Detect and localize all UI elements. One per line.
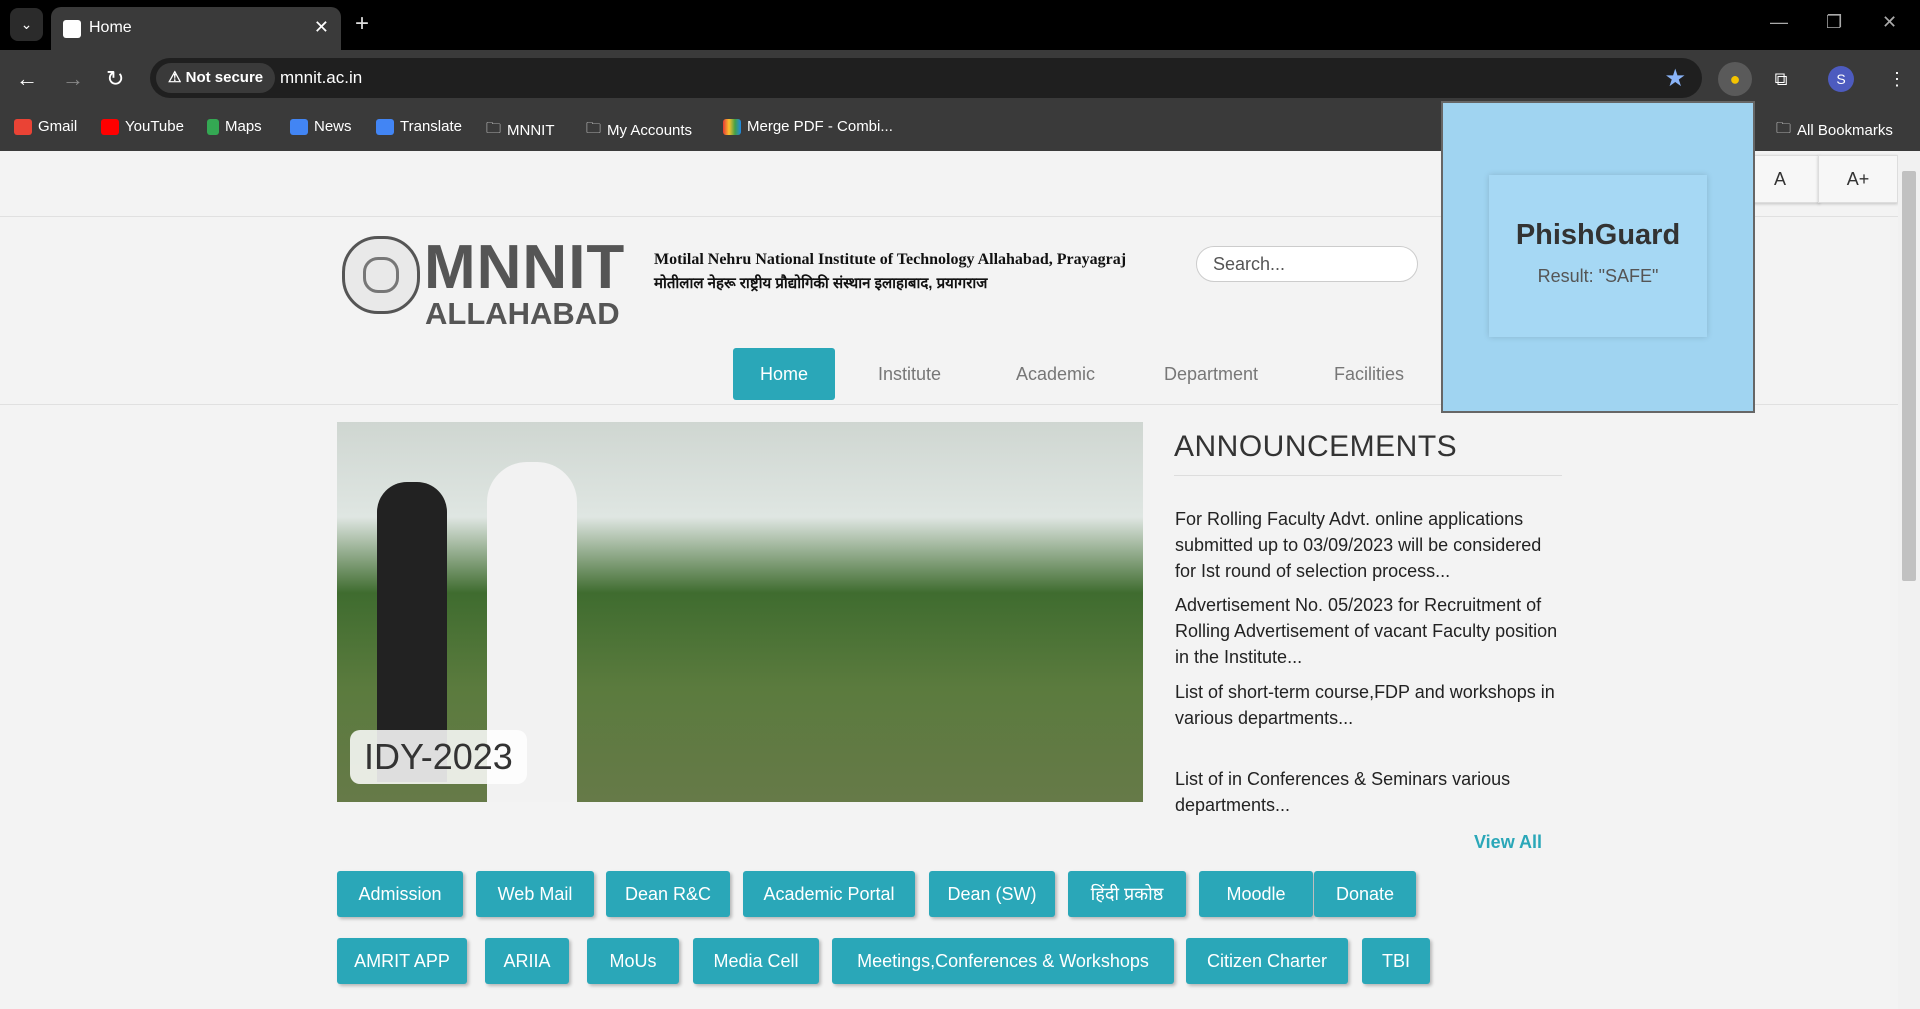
hero-caption: IDY-2023: [350, 730, 527, 784]
dean-sw-button[interactable]: Dean (SW): [929, 871, 1055, 917]
logo-text-sub[interactable]: ALLAHABAD: [425, 296, 620, 332]
announcements-divider: [1174, 475, 1562, 476]
folder-icon: 🗀: [486, 120, 502, 137]
bookmark-label: Maps: [225, 118, 262, 135]
bookmark-translate[interactable]: Translate: [376, 118, 462, 135]
forward-icon[interactable]: →: [62, 66, 84, 92]
chevron-down-icon: ⌄: [20, 16, 33, 32]
profile-avatar[interactable]: S: [1828, 66, 1854, 92]
bookmark-label: MNNIT: [507, 122, 555, 139]
browser-toolbar: ← → ↻ ⚠ Not secure mnnit.ac.in ★ ● ⧉ S ⋮: [0, 50, 1920, 106]
folder-icon: 🗀: [1776, 120, 1792, 137]
bookmark-maps[interactable]: Maps: [207, 118, 262, 135]
dean-rc-button[interactable]: Dean R&C: [606, 871, 730, 917]
security-chip[interactable]: ⚠ Not secure: [156, 63, 276, 93]
nav-academic[interactable]: Academic: [1016, 348, 1095, 400]
tab-strip: ⌄ Home ✕ + — ❐ ✕: [0, 0, 1920, 50]
bookmark-folder-mnnit[interactable]: 🗀 MNNIT: [486, 118, 555, 143]
tbi-button[interactable]: TBI: [1362, 938, 1430, 984]
bookmark-label: My Accounts: [607, 122, 693, 139]
minimize-icon[interactable]: —: [1770, 12, 1788, 33]
youtube-icon: [101, 118, 119, 135]
nav-department[interactable]: Department: [1164, 348, 1258, 400]
security-label: Not secure: [185, 69, 264, 86]
logo-text-main[interactable]: MNNIT: [424, 232, 625, 303]
mnnit-emblem-logo[interactable]: [342, 236, 420, 314]
bookmark-label: Merge PDF - Combi...: [747, 118, 893, 135]
close-window-icon[interactable]: ✕: [1882, 12, 1897, 33]
gmail-icon: [14, 118, 32, 135]
translate-icon: [376, 118, 394, 135]
restore-icon[interactable]: ❐: [1826, 12, 1842, 33]
menu-kebab-icon[interactable]: ⋮: [1880, 62, 1914, 96]
announcement-item[interactable]: List of short-term course,FDP and worksh…: [1175, 679, 1565, 731]
hero-slider-image[interactable]: IDY-2023: [337, 422, 1143, 802]
bookmark-news[interactable]: News: [290, 118, 352, 135]
site-favicon-icon: [63, 20, 81, 38]
meetings-conferences-button[interactable]: Meetings,Conferences & Workshops: [832, 938, 1174, 984]
new-tab-icon[interactable]: +: [355, 10, 369, 38]
bookmark-star-icon[interactable]: ★: [1664, 64, 1686, 93]
phishguard-result: Result: "SAFE": [1537, 266, 1659, 286]
bookmark-youtube[interactable]: YouTube: [101, 118, 184, 135]
folder-icon: 🗀: [586, 120, 602, 137]
ariia-button[interactable]: ARIIA: [485, 938, 569, 984]
amrit-app-button[interactable]: AMRIT APP: [337, 938, 467, 984]
institute-name-english: Motilal Nehru National Institute of Tech…: [654, 251, 1127, 268]
hindi-cell-button[interactable]: हिंदी प्रकोष्ठ: [1068, 871, 1186, 917]
nav-facilities[interactable]: Facilities: [1334, 348, 1404, 400]
tab-title: Home: [89, 19, 132, 36]
phishguard-title: PhishGuard: [1515, 219, 1681, 251]
mous-button[interactable]: MoUs: [587, 938, 679, 984]
phishguard-popup: PhishGuard Result: "SAFE": [1441, 101, 1755, 413]
bookmark-label: All Bookmarks: [1797, 122, 1893, 139]
announcement-item[interactable]: For Rolling Faculty Advt. online applica…: [1175, 506, 1565, 584]
bookmark-all-bookmarks[interactable]: 🗀 All Bookmarks: [1776, 118, 1893, 143]
bookmark-label: Translate: [400, 118, 462, 135]
news-icon: [290, 118, 308, 135]
donate-button[interactable]: Donate: [1314, 871, 1416, 917]
url-text[interactable]: mnnit.ac.in: [280, 68, 362, 88]
address-bar[interactable]: ⚠ Not secure mnnit.ac.in ★: [150, 58, 1702, 98]
phishguard-extension-icon[interactable]: ●: [1718, 62, 1752, 96]
scrollbar-thumb[interactable]: [1902, 171, 1916, 581]
bookmark-label: YouTube: [125, 118, 184, 135]
academic-portal-button[interactable]: Academic Portal: [743, 871, 915, 917]
phishguard-result-card: PhishGuard Result: "SAFE": [1489, 175, 1707, 337]
institute-name-hindi: मोतीलाल नेहरू राष्ट्रीय प्रौद्योगिकी संस…: [654, 275, 988, 292]
bookmark-gmail[interactable]: Gmail: [14, 118, 77, 135]
reload-icon[interactable]: ↻: [106, 66, 124, 92]
merge-pdf-icon: [723, 118, 741, 135]
close-tab-icon[interactable]: ✕: [314, 17, 329, 38]
maps-pin-icon: [207, 118, 219, 135]
announcements-heading: ANNOUNCEMENTS: [1174, 430, 1458, 463]
admission-button[interactable]: Admission: [337, 871, 463, 917]
webmail-button[interactable]: Web Mail: [476, 871, 594, 917]
moodle-button[interactable]: Moodle: [1199, 871, 1313, 917]
bookmark-folder-my-accounts[interactable]: 🗀 My Accounts: [586, 118, 692, 143]
nav-institute[interactable]: Institute: [878, 348, 941, 400]
announcement-item[interactable]: List of in Conferences & Seminars variou…: [1175, 766, 1565, 818]
site-search-input[interactable]: Search...: [1196, 246, 1418, 282]
bookmark-merge-pdf[interactable]: Merge PDF - Combi...: [723, 118, 893, 135]
bookmark-label: Gmail: [38, 118, 78, 135]
citizen-charter-button[interactable]: Citizen Charter: [1186, 938, 1348, 984]
media-cell-button[interactable]: Media Cell: [693, 938, 819, 984]
nav-home[interactable]: Home: [733, 348, 835, 400]
tab-search-button[interactable]: ⌄: [10, 8, 43, 41]
view-all-link[interactable]: View All: [1474, 832, 1542, 853]
warning-icon: ⚠: [168, 69, 186, 86]
bookmark-label: News: [314, 118, 352, 135]
page-scrollbar[interactable]: [1898, 151, 1920, 1009]
announcement-item[interactable]: Advertisement No. 05/2023 for Recruitmen…: [1175, 592, 1565, 670]
font-size-increase-button[interactable]: A+: [1818, 155, 1898, 203]
back-icon[interactable]: ←: [16, 66, 38, 92]
tab-home[interactable]: Home ✕: [51, 7, 341, 50]
extensions-puzzle-icon[interactable]: ⧉: [1764, 62, 1798, 96]
